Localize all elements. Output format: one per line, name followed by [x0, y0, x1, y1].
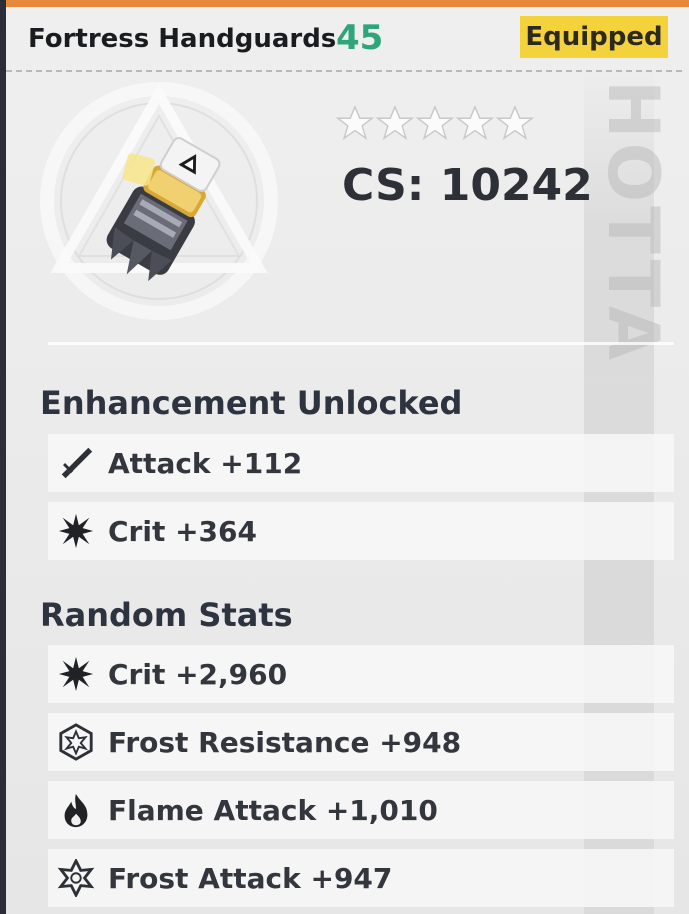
watermark-text: HOTTA [592, 80, 674, 364]
stat-text: Crit +364 [108, 514, 257, 548]
header-divider [6, 70, 682, 72]
item-level: 45 [336, 18, 384, 58]
frost-attack-icon [56, 858, 96, 898]
item-detail-card: HOTTA Fortress Handguards 45 Equipped CS… [6, 0, 689, 914]
star-icon [456, 104, 494, 140]
combat-score: CS: 10242 [342, 160, 593, 211]
stat-text: Frost Resistance +948 [108, 725, 462, 759]
stat-row: Flame Attack +1,010 [48, 781, 674, 839]
flame-icon [56, 790, 96, 830]
item-name: Fortress Handguards [28, 24, 337, 54]
stat-row: Frost Attack +947 [48, 849, 674, 907]
equipped-badge: Equipped [520, 16, 668, 58]
sword-icon [56, 443, 96, 483]
stat-row: Frost Resistance +948 [48, 713, 674, 771]
section-title-random: Random Stats [40, 596, 293, 634]
crit-burst-icon [56, 511, 96, 551]
crit-burst-icon [56, 654, 96, 694]
section-divider [48, 342, 674, 345]
handguard-item-icon [106, 137, 221, 282]
stat-text: Flame Attack +1,010 [108, 793, 438, 827]
star-icon [336, 104, 374, 140]
star-icon [416, 104, 454, 140]
section-title-enhancement: Enhancement Unlocked [40, 384, 463, 422]
stat-text: Attack +112 [108, 446, 303, 480]
stat-text: Crit +2,960 [108, 657, 288, 691]
star-icon [376, 104, 414, 140]
item-header: Fortress Handguards 45 Equipped [6, 12, 689, 70]
star-rating [336, 104, 534, 144]
stat-text: Frost Attack +947 [108, 861, 393, 895]
stat-row: Attack +112 [48, 434, 674, 492]
rarity-bar [6, 0, 689, 7]
stat-row: Crit +2,960 [48, 645, 674, 703]
stat-row: Crit +364 [48, 502, 674, 560]
frost-resistance-icon [56, 722, 96, 762]
star-icon [496, 104, 534, 140]
